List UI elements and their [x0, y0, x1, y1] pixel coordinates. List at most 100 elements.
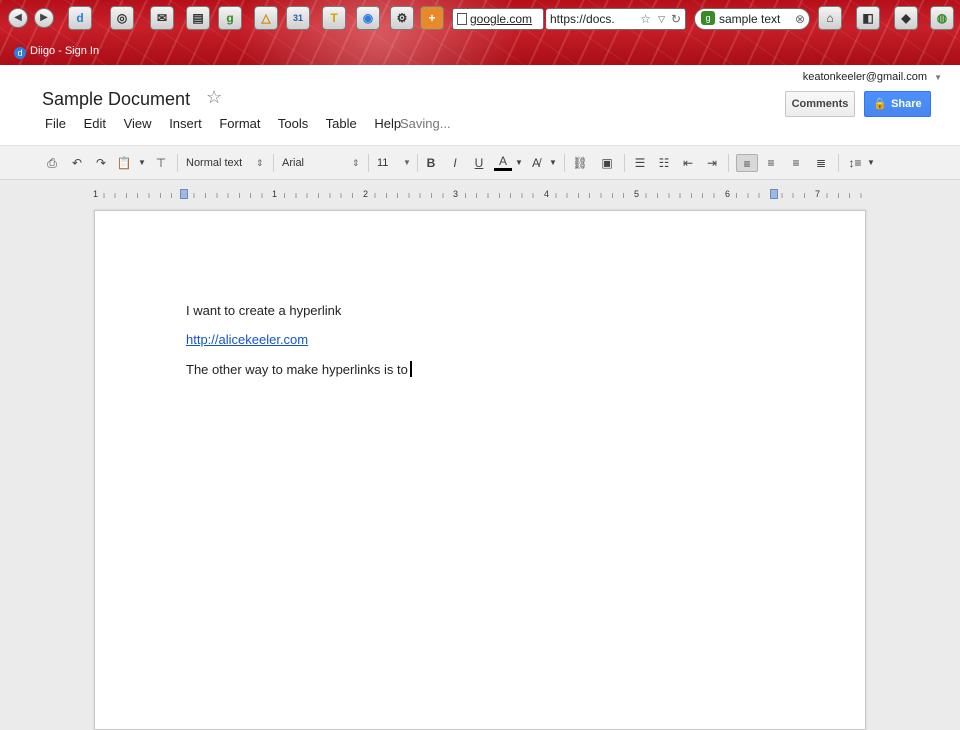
menu-tools[interactable]: Tools [278, 116, 308, 131]
account-menu[interactable]: keatonkeeler@gmail.com ▼ [803, 71, 942, 83]
right-indent-marker[interactable] [770, 189, 778, 199]
font-size-select[interactable]: 11 ▼ [377, 155, 413, 171]
address-url-text: https://docs. [550, 12, 615, 26]
increase-indent-icon[interactable]: ⇥ [704, 154, 720, 172]
diigo-tab[interactable]: d Diigo - Sign In [14, 43, 99, 59]
menu-table[interactable]: Table [326, 116, 357, 131]
separator [564, 154, 565, 172]
style-select[interactable]: Normal text ⇕ [186, 155, 266, 171]
text-cursor [409, 361, 412, 377]
separator [177, 154, 178, 172]
menu-insert[interactable]: Insert [169, 116, 202, 131]
left-indent-marker[interactable] [180, 189, 188, 199]
menu-edit[interactable]: Edit [84, 116, 106, 131]
justify-icon[interactable]: ≣ [813, 154, 829, 172]
clear-search-icon[interactable]: ⊗ [795, 9, 805, 29]
paragraph[interactable]: I want to create a hyperlink [186, 303, 341, 318]
maps-icon[interactable]: ◉ [356, 6, 380, 30]
text-color-dropdown-icon[interactable]: ▼ [514, 154, 524, 172]
browser-toolbar: ◀ ▶ d ◎ ✉ ▤ g △ 31 T ◉ ⚙ + google.com ht… [0, 0, 960, 65]
align-right-icon[interactable]: ≡ [788, 154, 804, 172]
line-spacing-dropdown-icon[interactable]: ▼ [866, 154, 876, 172]
separator [417, 154, 418, 172]
menu-view[interactable]: View [124, 116, 152, 131]
tasks-icon[interactable]: T [322, 6, 346, 30]
menu-format[interactable]: Format [219, 116, 260, 131]
add-icon[interactable]: + [420, 6, 444, 30]
back-icon[interactable]: ◀ [8, 8, 28, 28]
select-arrows-icon: ⇕ [352, 158, 360, 168]
paragraph-text: The other way to make hyperlinks is to [186, 362, 408, 377]
undo-icon[interactable]: ↶ [69, 154, 85, 172]
dropdown-icon[interactable]: ▽ [658, 9, 665, 29]
settings-icon[interactable]: ⚙ [390, 6, 414, 30]
search-engine-icon: g [701, 11, 715, 25]
select-arrows-icon: ⇕ [256, 158, 264, 168]
page-icon [457, 13, 467, 25]
extension-icon[interactable]: ◎ [110, 6, 134, 30]
docs-header: keatonkeeler@gmail.com ▼ Sample Document… [0, 65, 960, 145]
calendar-icon[interactable]: 31 [286, 6, 310, 30]
decrease-indent-icon[interactable]: ⇤ [680, 154, 696, 172]
home-icon[interactable]: ⌂ [818, 6, 842, 30]
ruler-number: 6 [724, 188, 732, 200]
drive-icon[interactable]: △ [254, 6, 278, 30]
ruler-number: 2 [362, 188, 370, 200]
chrome-menu-icon[interactable]: ◍ [930, 6, 954, 30]
extension-icon-2[interactable]: ◧ [856, 6, 880, 30]
align-center-icon[interactable]: ≡ [763, 154, 779, 172]
italic-icon[interactable]: I [447, 154, 463, 172]
insert-image-icon[interactable]: ▣ [598, 154, 616, 172]
address-domain[interactable]: google.com [452, 8, 544, 30]
bold-icon[interactable]: B [423, 154, 439, 172]
menu-help[interactable]: Help [374, 116, 401, 131]
comments-button[interactable]: Comments [785, 91, 855, 117]
text-color-icon[interactable]: A [494, 154, 512, 171]
font-select[interactable]: Arial ⇕ [282, 155, 362, 171]
ruler: 1 1 2 3 4 5 6 7 [92, 188, 866, 202]
paste-dropdown-icon[interactable]: ▼ [137, 154, 147, 172]
search-box[interactable]: g sample text ⊗ [694, 8, 810, 30]
share-button[interactable]: 🔒 Share [864, 91, 931, 117]
underline-icon[interactable]: U [471, 154, 487, 172]
document-page[interactable]: I want to create a hyperlink http://alic… [94, 210, 866, 730]
redo-icon[interactable]: ↷ [93, 154, 109, 172]
link-icon[interactable]: ⛓ [571, 154, 589, 172]
separator [368, 154, 369, 172]
line-spacing-icon[interactable]: ↕≡ [846, 154, 864, 172]
ruler-number: 1 [271, 188, 279, 200]
separator [624, 154, 625, 172]
address-bar[interactable]: https://docs. ☆ ▽ ↻ [546, 8, 686, 30]
align-left-icon[interactable]: ≡ [736, 154, 758, 172]
share-label: Share [891, 98, 922, 110]
paint-format-icon[interactable]: ⊤ [153, 154, 169, 172]
menu-bar: File Edit View Insert Format Tools Table… [45, 116, 415, 131]
gmail-icon[interactable]: ✉ [150, 6, 174, 30]
diigo-icon[interactable]: d [68, 6, 92, 30]
reload-icon[interactable]: ↻ [671, 9, 681, 29]
print-icon[interactable]: ⎙ [44, 154, 60, 172]
reader-icon[interactable]: ▤ [186, 6, 210, 30]
chevron-down-icon: ▼ [934, 73, 942, 82]
numbered-list-icon[interactable]: ☰ [632, 154, 648, 172]
bookmark-star-icon[interactable]: ☆ [640, 9, 651, 29]
forward-icon[interactable]: ▶ [34, 8, 54, 28]
highlight-dropdown-icon[interactable]: ▼ [548, 154, 558, 172]
extension-icon-3[interactable]: ◆ [894, 6, 918, 30]
paragraph-with-cursor[interactable]: The other way to make hyperlinks is to [186, 361, 412, 377]
document-title[interactable]: Sample Document [42, 89, 190, 110]
lock-icon: 🔒 [873, 98, 888, 110]
save-status: Saving... [400, 116, 451, 131]
address-domain-text: google.com [470, 12, 533, 26]
paste-icon[interactable]: 📋 [116, 154, 132, 172]
star-icon[interactable]: ☆ [206, 87, 222, 108]
bulleted-list-icon[interactable]: ☷ [656, 154, 672, 172]
ruler-number: 5 [633, 188, 641, 200]
highlight-color-icon[interactable]: A̸ [528, 154, 544, 172]
diigo-tab-label: Diigo - Sign In [30, 45, 100, 57]
google-icon[interactable]: g [218, 6, 242, 30]
hyperlink[interactable]: http://alicekeeler.com [186, 332, 308, 347]
ruler-number: 4 [543, 188, 551, 200]
menu-file[interactable]: File [45, 116, 66, 131]
ruler-number: 3 [452, 188, 460, 200]
